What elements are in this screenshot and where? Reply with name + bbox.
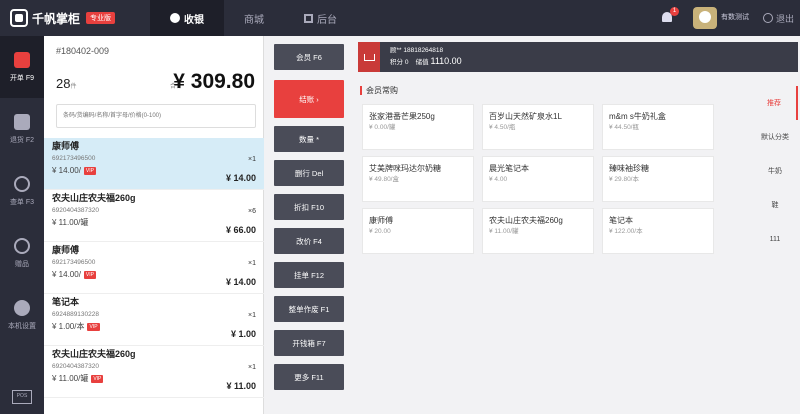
power-icon [762, 13, 773, 23]
product-card[interactable]: 艾美牌咪玛达尔奶糖 ¥ 49.80/盒 [362, 156, 474, 202]
cart-panel: #180402-009 28件 合计 ¥ 309.80 康师傅 69217349… [44, 36, 264, 414]
vip-badge: VIP [87, 323, 100, 331]
pos-icon: POS [12, 390, 32, 404]
logo-icon [10, 9, 28, 27]
category-default[interactable]: 默认分类 [752, 120, 798, 154]
category-recommended[interactable]: 推荐 [752, 86, 798, 120]
product-card[interactable]: m&m s牛奶礼盒 ¥ 44.50/瓶 [602, 104, 714, 150]
edition-badge: 专业版 [86, 12, 116, 24]
total-amount: ¥ 309.80 [173, 70, 255, 93]
product-card[interactable]: 晨光笔记本 ¥ 4.00 [482, 156, 594, 202]
user-name: 有数测试 [720, 14, 749, 21]
table-row[interactable]: 康师傅 692173496500 ¥ 14.00/VIP ×1 ¥ 14.00 [44, 138, 264, 190]
top-bar: 千帆掌柜 专业版 收银 商城 后台 1 有数测试 退出 [0, 0, 800, 36]
return-icon [14, 113, 30, 130]
vip-badge: VIP [83, 167, 96, 175]
change-price-button[interactable]: 改价 F4 [274, 228, 344, 254]
category-shoes[interactable]: 鞋 [752, 188, 798, 222]
avatar[interactable] [692, 7, 717, 29]
gift-icon [14, 237, 30, 254]
gear-icon [14, 299, 30, 316]
category-111[interactable]: 111 [752, 222, 798, 256]
discount-button[interactable]: 折扣 F10 [274, 194, 344, 220]
member-info-bar[interactable]: 顾** 18818264818 积分 0 储值 1110.00 [358, 42, 798, 72]
table-row[interactable]: 农夫山庄农夫福260g 6920404387320 ¥ 11.00/罐 ×6 ¥… [44, 190, 264, 242]
search-input[interactable] [56, 104, 256, 128]
checkout-icon [170, 13, 180, 23]
vip-badge: VIP [83, 271, 96, 279]
product-card[interactable]: 百岁山天然矿泉水1L ¥ 4.50/瓶 [482, 104, 594, 150]
exit-button[interactable]: 退出 [762, 12, 794, 25]
product-card[interactable]: 康师傅 ¥ 20.00 [362, 208, 474, 254]
cart-items: 康师傅 692173496500 ¥ 14.00/VIP ×1 ¥ 14.00 … [44, 138, 264, 398]
grid-icon [304, 13, 313, 23]
receipt-icon [14, 51, 30, 68]
crown-icon [358, 42, 380, 72]
app-logo: 千帆掌柜 专业版 [0, 9, 150, 27]
delete-row-button[interactable]: 删行 Del [274, 160, 344, 186]
checkout-button[interactable]: 结账 › [274, 80, 344, 118]
item-quantity: 28件 [56, 76, 77, 91]
vip-badge: VIP [91, 375, 104, 383]
open-drawer-button[interactable]: 开钱箱 F7 [274, 330, 344, 356]
member-points: 0 [404, 59, 409, 66]
category-milk[interactable]: 牛奶 [752, 154, 798, 188]
hold-order-button[interactable]: 挂单 F12 [274, 262, 344, 288]
product-card[interactable]: 臻味袖珍糖 ¥ 29.80/本 [602, 156, 714, 202]
product-card[interactable]: 农夫山庄农夫福260g ¥ 11.00/罐 [482, 208, 594, 254]
action-buttons: 会员 F6 结账 › 数量 * 删行 Del 折扣 F10 改价 F4 挂单 F… [274, 44, 344, 398]
sidebar-item-settings[interactable]: 本机设置 [0, 284, 44, 346]
product-card[interactable]: 张家港番芒果250g ¥ 0.00/罐 [362, 104, 474, 150]
app-title: 千帆掌柜 [32, 11, 81, 26]
sidebar-item-new-order[interactable]: 开单 F9 [0, 36, 44, 98]
quantity-button[interactable]: 数量 * [274, 126, 344, 152]
tab-mall[interactable]: 商城 [224, 0, 284, 36]
bell-icon[interactable]: 1 [659, 7, 679, 26]
category-list: 推荐 默认分类 牛奶 鞋 111 [752, 86, 798, 256]
more-button[interactable]: 更多 F11 [274, 364, 344, 390]
sidebar-item-lookup[interactable]: 查单 F3 [0, 160, 44, 222]
sidebar-item-return[interactable]: 退货 F2 [0, 98, 44, 160]
void-order-button[interactable]: 整单作废 F1 [274, 296, 344, 322]
table-row[interactable]: 康师傅 692173496500 ¥ 14.00/VIP ×1 ¥ 14.00 [44, 242, 264, 294]
order-number: #180402-009 [56, 46, 110, 56]
sidebar-item-pos[interactable]: POS [0, 380, 44, 414]
sidebar: 开单 F9 退货 F2 查单 F3 赠品 本机设置 POS [0, 36, 44, 414]
search-icon [14, 175, 30, 192]
tab-backend[interactable]: 后台 [284, 0, 357, 36]
member-balance: 1110.00 [430, 56, 462, 66]
product-card[interactable]: 笔记本 ¥ 122.00/本 [602, 208, 714, 254]
sidebar-item-gift[interactable]: 赠品 [0, 222, 44, 284]
member-phone: 顾** 18818264818 [390, 47, 444, 54]
member-button[interactable]: 会员 F6 [274, 44, 344, 70]
tab-checkout[interactable]: 收银 [150, 0, 224, 36]
frequent-title: 会员常购 [360, 86, 398, 95]
table-row[interactable]: 笔记本 6924889130228 ¥ 1.00/本 VIP ×1 ¥ 1.00 [44, 294, 264, 346]
table-row[interactable]: 农夫山庄农夫福260g 6920404387320 ¥ 11.00/罐 VIP ×… [44, 346, 264, 398]
notification-badge: 1 [669, 7, 679, 16]
